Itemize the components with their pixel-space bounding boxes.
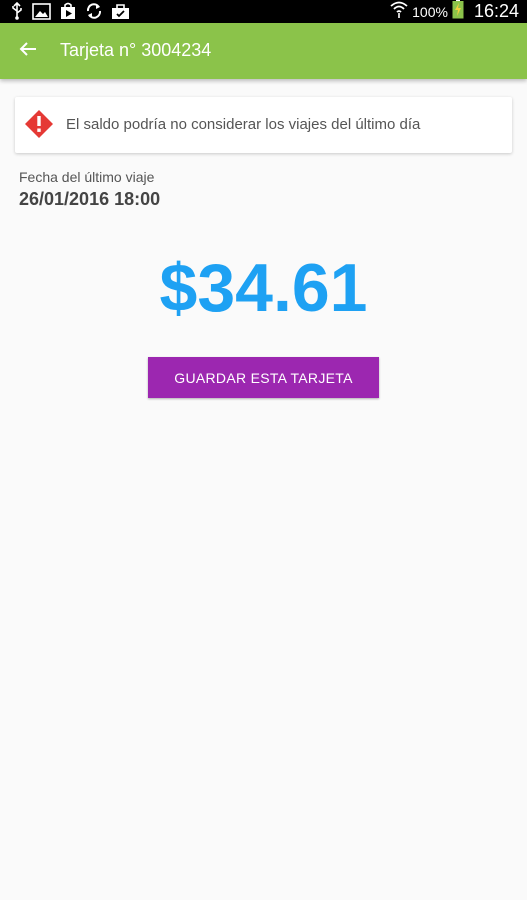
usb-icon [10,2,24,20]
play-store-icon [59,2,77,20]
clock: 16:24 [473,1,519,21]
back-button[interactable] [14,37,42,65]
image-icon [32,2,51,20]
warning-diamond-icon [24,109,54,139]
warning-text: El saldo podría no considerar los viajes… [66,116,421,133]
balance-amount: $34.61 [159,250,368,326]
last-trip-date: 26/01/2016 18:00 [19,189,161,209]
briefcase-icon [111,3,130,20]
system-status: 100% 16:24 [390,0,519,23]
sync-icon [85,2,103,20]
warning-card: El saldo podría no considerar los viajes… [15,97,512,153]
status-bar: 100% 16:24 [0,0,527,23]
last-trip-label: Fecha del último viaje [19,169,155,185]
page-title: Tarjeta n° 3004234 [60,40,212,60]
arrow-back-icon [19,41,37,62]
battery-charging-icon [452,0,464,24]
wifi-icon [390,0,408,23]
notification-icons [10,2,130,20]
app-bar: Tarjeta n° 3004234 [0,23,527,79]
battery-percent: 100% [412,3,448,20]
save-card-button[interactable]: GUARDAR ESTA TARJETA [148,357,379,398]
